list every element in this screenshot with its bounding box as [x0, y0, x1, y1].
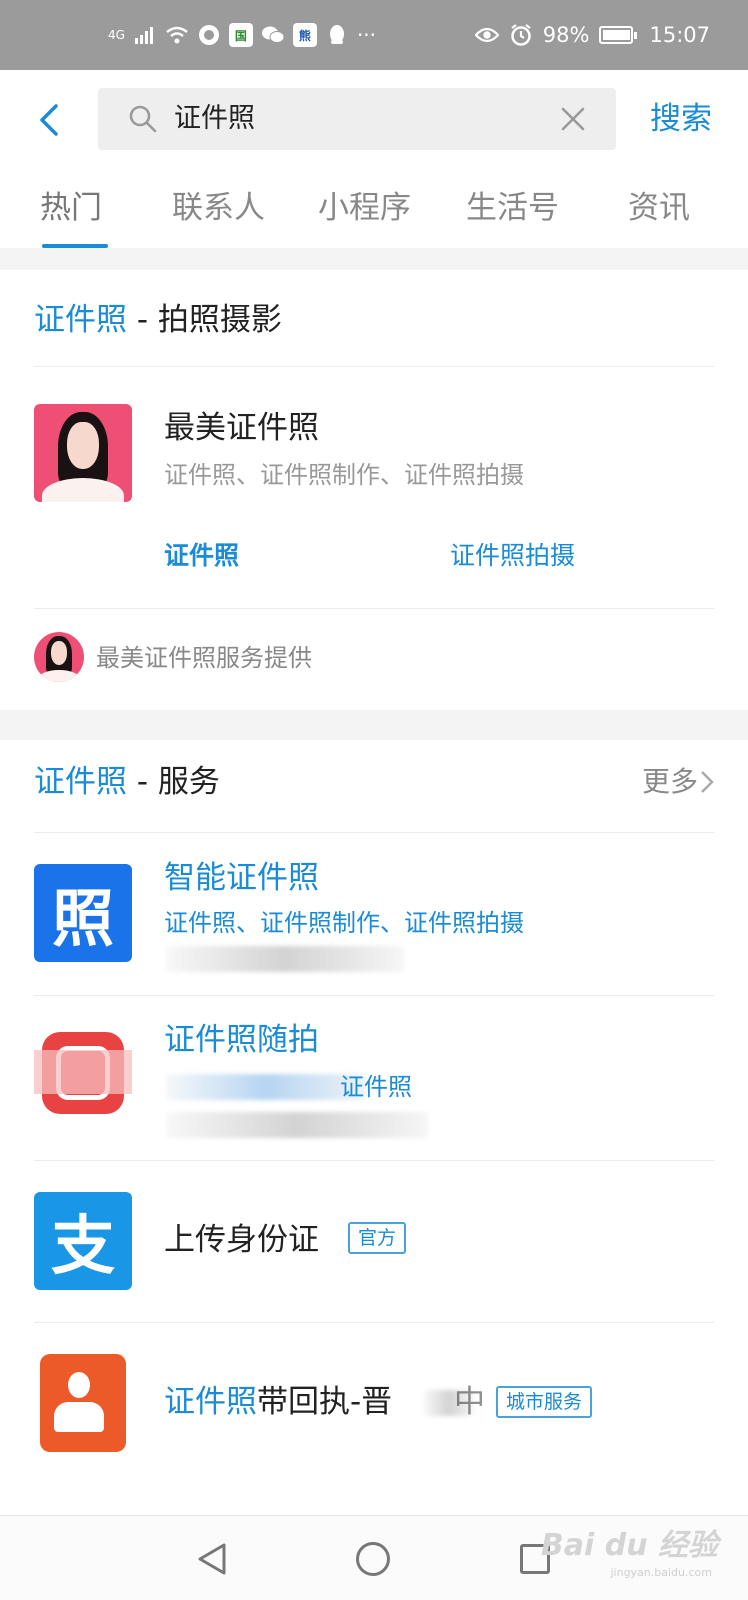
service-name: 智能证件照	[164, 860, 319, 896]
quick-link-zhengjianzhao[interactable]: 证件照	[164, 538, 239, 574]
service-name: 上传身份证	[164, 1222, 319, 1258]
divider	[34, 1322, 714, 1323]
chevron-left-icon	[40, 104, 58, 136]
qq-icon	[325, 23, 349, 47]
eye-icon	[474, 23, 499, 47]
section-title-rest: - 拍照摄影	[127, 302, 282, 338]
zhao-app-icon: 照	[34, 864, 132, 962]
section-title-keyword: 证件照	[34, 764, 127, 800]
section-services: 证件照 - 服务 更多 照 智能证件照 证件照、证件照制作、证件照拍摄 证件照随…	[0, 740, 748, 1515]
app-icon-green: 国	[228, 23, 253, 47]
tab-mini-programs[interactable]: 小程序	[318, 186, 411, 230]
more-notifications: ···	[356, 23, 377, 47]
blurred-text	[166, 1112, 428, 1138]
tab-contacts[interactable]: 联系人	[172, 186, 265, 230]
official-badge: 官方	[348, 1222, 407, 1254]
service-description: 证件照	[340, 1073, 412, 1101]
tab-life-accounts[interactable]: 生活号	[466, 186, 559, 230]
divider	[34, 1160, 714, 1161]
search-input[interactable]: 证件照	[98, 88, 616, 150]
section-title: 证件照 - 服务	[34, 760, 220, 804]
tab-news[interactable]: 资讯	[628, 186, 690, 230]
wechat-icon	[261, 23, 285, 47]
divider	[34, 832, 714, 833]
back-triangle-icon[interactable]	[196, 1542, 228, 1576]
more-link[interactable]: 更多	[642, 760, 698, 804]
status-right: 98% 15:07	[474, 0, 710, 70]
blurred-text	[166, 1074, 366, 1100]
watermark-logo: Bai du 经验	[540, 1528, 718, 1563]
back-button[interactable]	[30, 100, 70, 140]
camera-app-icon	[34, 1024, 132, 1122]
system-nav-bar: Bai du 经验 jingyan.baidu.com	[0, 1515, 748, 1600]
chevron-right-icon[interactable]	[700, 770, 714, 794]
divider	[34, 366, 714, 367]
clock: 15:07	[649, 23, 710, 47]
alarm-icon	[509, 23, 533, 47]
watermark-url: jingyan.baidu.com	[610, 1566, 712, 1579]
battery-percent: 98%	[542, 23, 590, 47]
app-icon	[197, 23, 221, 47]
alipay-icon: 支	[34, 1192, 132, 1290]
service-description: 证件照、证件照制作、证件照拍摄	[164, 909, 524, 937]
tab-hot[interactable]: 热门	[40, 186, 102, 230]
search-query-text: 证件照	[174, 103, 255, 134]
search-header: 证件照 搜索 热门 联系人 小程序 生活号 资讯	[0, 70, 748, 248]
search-button[interactable]: 搜索	[650, 94, 712, 144]
service-name: 证件照带回执-晋	[164, 1380, 392, 1424]
quick-link-paishe[interactable]: 证件照拍摄	[450, 538, 575, 574]
user-profile-icon	[34, 1354, 132, 1452]
blurred-text	[166, 946, 404, 972]
home-circle-icon[interactable]	[356, 1542, 390, 1576]
city-service-badge: 城市服务	[496, 1386, 593, 1418]
network-label: 4G	[108, 28, 125, 42]
app-description: 证件照、证件照制作、证件照拍摄	[164, 461, 524, 489]
status-left: 4G 国 熊 ···	[108, 0, 376, 70]
divider	[34, 995, 714, 996]
section-photography: 证件照 - 拍照摄影 最美证件照 证件照、证件照制作、证件照拍摄 证件照 证件照…	[0, 270, 748, 710]
service-name-suffix: 中	[454, 1384, 485, 1420]
status-bar: 4G 国 熊 ··· 98% 15:07	[0, 0, 748, 70]
service-name-rest: 带回执-晋	[257, 1384, 393, 1420]
provider-text[interactable]: 最美证件照服务提供	[96, 638, 312, 678]
service-name: 证件照随拍	[164, 1022, 319, 1058]
section-title: 证件照 - 拍照摄影	[34, 298, 282, 342]
app-name: 最美证件照	[164, 410, 319, 446]
service-name-keyword: 证件照	[164, 1384, 257, 1420]
alipay-glyph: 支	[51, 1210, 115, 1284]
provider-avatar	[34, 632, 84, 682]
tab-bar: 热门 联系人 小程序 生活号 资讯	[0, 178, 748, 248]
divider	[34, 608, 714, 609]
section-title-keyword: 证件照	[34, 302, 127, 338]
search-icon	[129, 105, 157, 133]
signal-icon	[133, 23, 157, 47]
app-icon-blue: 熊	[292, 23, 317, 47]
clear-icon[interactable]	[560, 106, 586, 132]
wifi-icon	[165, 23, 189, 47]
app-thumbnail-portrait	[34, 404, 132, 502]
battery-icon	[599, 26, 638, 44]
section-title-rest: - 服务	[127, 764, 220, 800]
active-tab-indicator	[42, 244, 108, 248]
